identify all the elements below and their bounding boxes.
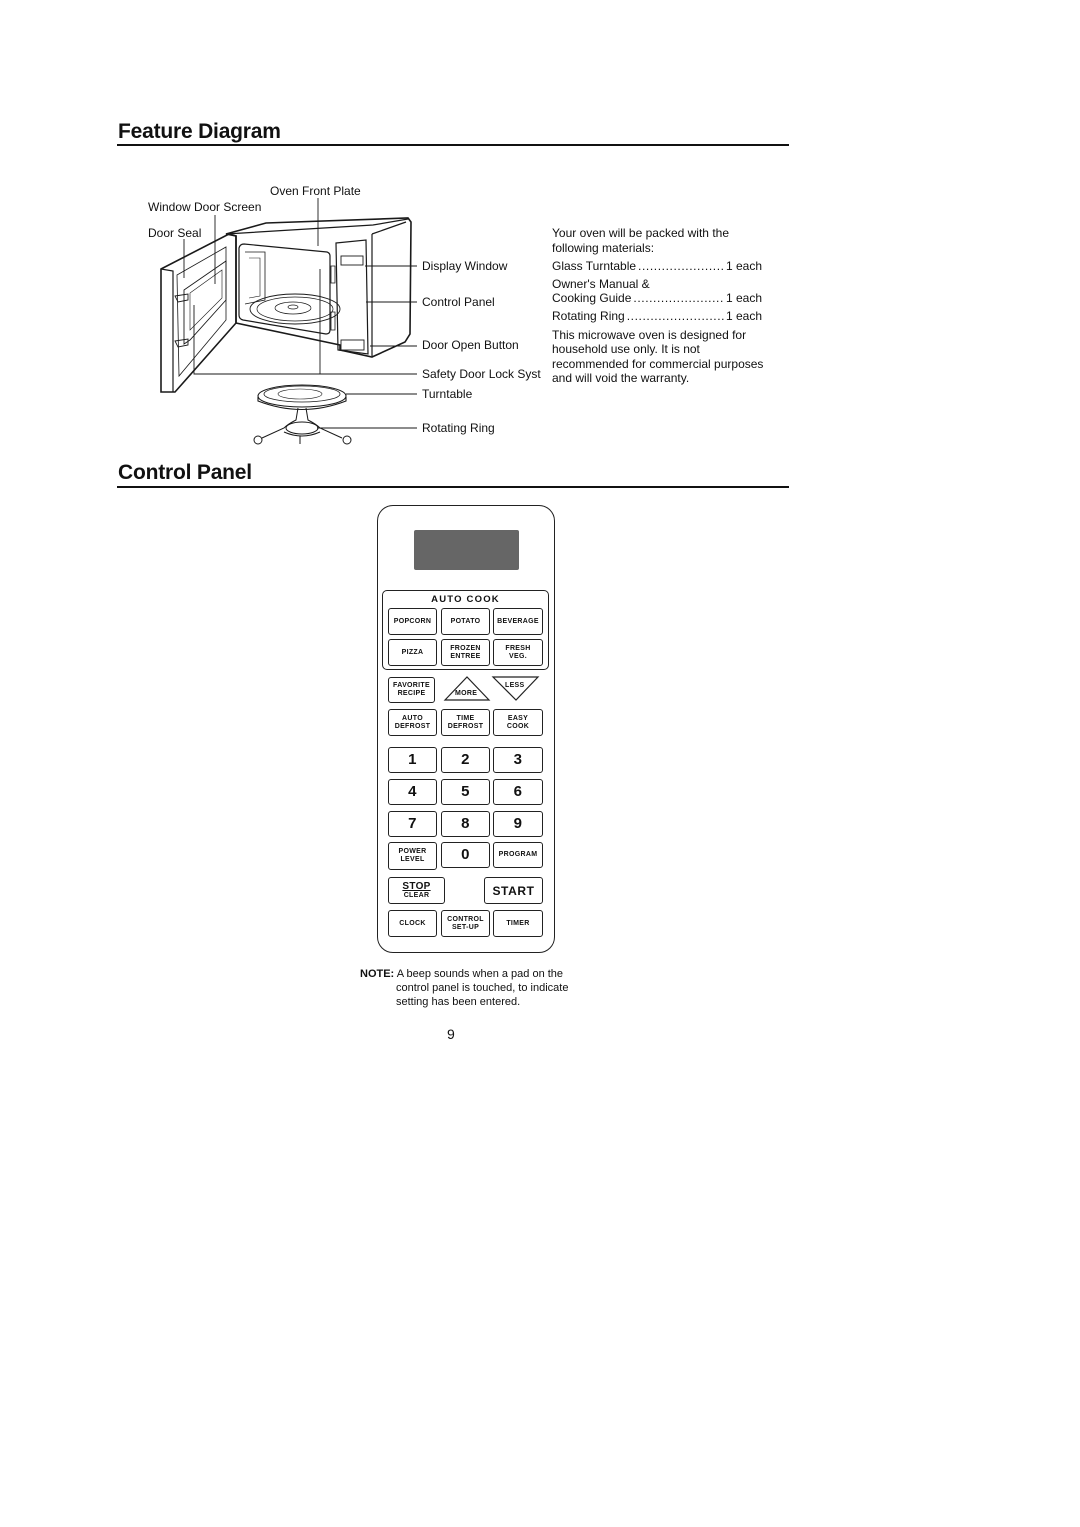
display-window bbox=[414, 530, 519, 570]
packed-item-line1: Owner's Manual & bbox=[552, 276, 650, 291]
fresh-veg-button[interactable]: FRESH VEG. bbox=[493, 639, 543, 666]
oven-display-window bbox=[340, 255, 364, 266]
control-setup-button[interactable]: CONTROL SET-UP bbox=[441, 910, 490, 937]
packed-disclaimer: This microwave oven is designed for hous… bbox=[552, 327, 764, 386]
digit-5-button[interactable]: 5 bbox=[441, 779, 490, 805]
label-display-window: Display Window bbox=[422, 259, 508, 273]
potato-button[interactable]: POTATO bbox=[441, 608, 490, 635]
time-defrost-button[interactable]: TIME DEFROST bbox=[441, 709, 490, 736]
page-number: 9 bbox=[447, 1026, 455, 1042]
oven-body bbox=[225, 217, 412, 358]
note: NOTE: A beep sounds when a pad on the co… bbox=[360, 968, 569, 1008]
power-level-button[interactable]: POWER LEVEL bbox=[388, 842, 437, 870]
start-button[interactable]: START bbox=[484, 877, 543, 904]
clock-button[interactable]: CLOCK bbox=[388, 910, 437, 937]
digit-3-button[interactable]: 3 bbox=[493, 747, 543, 773]
timer-button[interactable]: TIMER bbox=[493, 910, 543, 937]
rotating-ring bbox=[261, 407, 343, 444]
label-window-door-screen: Window Door Screen bbox=[148, 200, 262, 214]
stop-clear-button[interactable]: STOP CLEAR bbox=[388, 877, 445, 904]
turntable-glass bbox=[257, 384, 347, 408]
favorite-recipe-button[interactable]: FAVORITE RECIPE bbox=[388, 677, 435, 703]
packed-item: Cooking Guide1 each bbox=[552, 291, 762, 306]
packed-materials: Your oven will be packed with the follow… bbox=[552, 226, 792, 386]
label-oven-front-plate: Oven Front Plate bbox=[270, 184, 361, 198]
packed-intro: Your oven will be packed with the follow… bbox=[552, 226, 729, 255]
digit-7-button[interactable]: 7 bbox=[388, 811, 437, 837]
note-label: NOTE: bbox=[360, 968, 395, 980]
label-door-open-button: Door Open Button bbox=[422, 338, 519, 352]
pizza-button[interactable]: PIZZA bbox=[388, 639, 437, 666]
digit-9-button[interactable]: 9 bbox=[493, 811, 543, 837]
leader-safety-door-lock bbox=[193, 269, 417, 375]
digit-6-button[interactable]: 6 bbox=[493, 779, 543, 805]
frozen-entree-button[interactable]: FROZEN ENTREE bbox=[441, 639, 490, 666]
digit-4-button[interactable]: 4 bbox=[388, 779, 437, 805]
easy-cook-button[interactable]: EASY COOK bbox=[493, 709, 543, 736]
beverage-button[interactable]: BEVERAGE bbox=[493, 608, 543, 635]
label-control-panel: Control Panel bbox=[422, 295, 495, 309]
program-button[interactable]: PROGRAM bbox=[493, 842, 543, 868]
oven-door bbox=[160, 233, 237, 393]
auto-defrost-button[interactable]: AUTO DEFROST bbox=[388, 709, 437, 736]
more-label: MORE bbox=[455, 690, 478, 697]
packed-item: Rotating Ring1 each bbox=[552, 309, 762, 324]
popcorn-button[interactable]: POPCORN bbox=[388, 608, 437, 635]
label-door-seal: Door Seal bbox=[148, 226, 202, 240]
label-turntable: Turntable bbox=[422, 387, 473, 401]
label-safety-door-lock: Safety Door Lock Syst bbox=[422, 367, 541, 381]
label-rotating-ring: Rotating Ring bbox=[422, 421, 495, 435]
digit-1-button[interactable]: 1 bbox=[388, 747, 437, 773]
auto-cook-title: AUTO COOK bbox=[431, 594, 500, 605]
less-label: LESS bbox=[505, 682, 525, 689]
digit-0-button[interactable]: 0 bbox=[441, 842, 490, 868]
packed-item: Glass Turntable1 each bbox=[552, 259, 762, 274]
digit-8-button[interactable]: 8 bbox=[441, 811, 490, 837]
digit-2-button[interactable]: 2 bbox=[441, 747, 490, 773]
oven-door-button bbox=[340, 339, 365, 351]
